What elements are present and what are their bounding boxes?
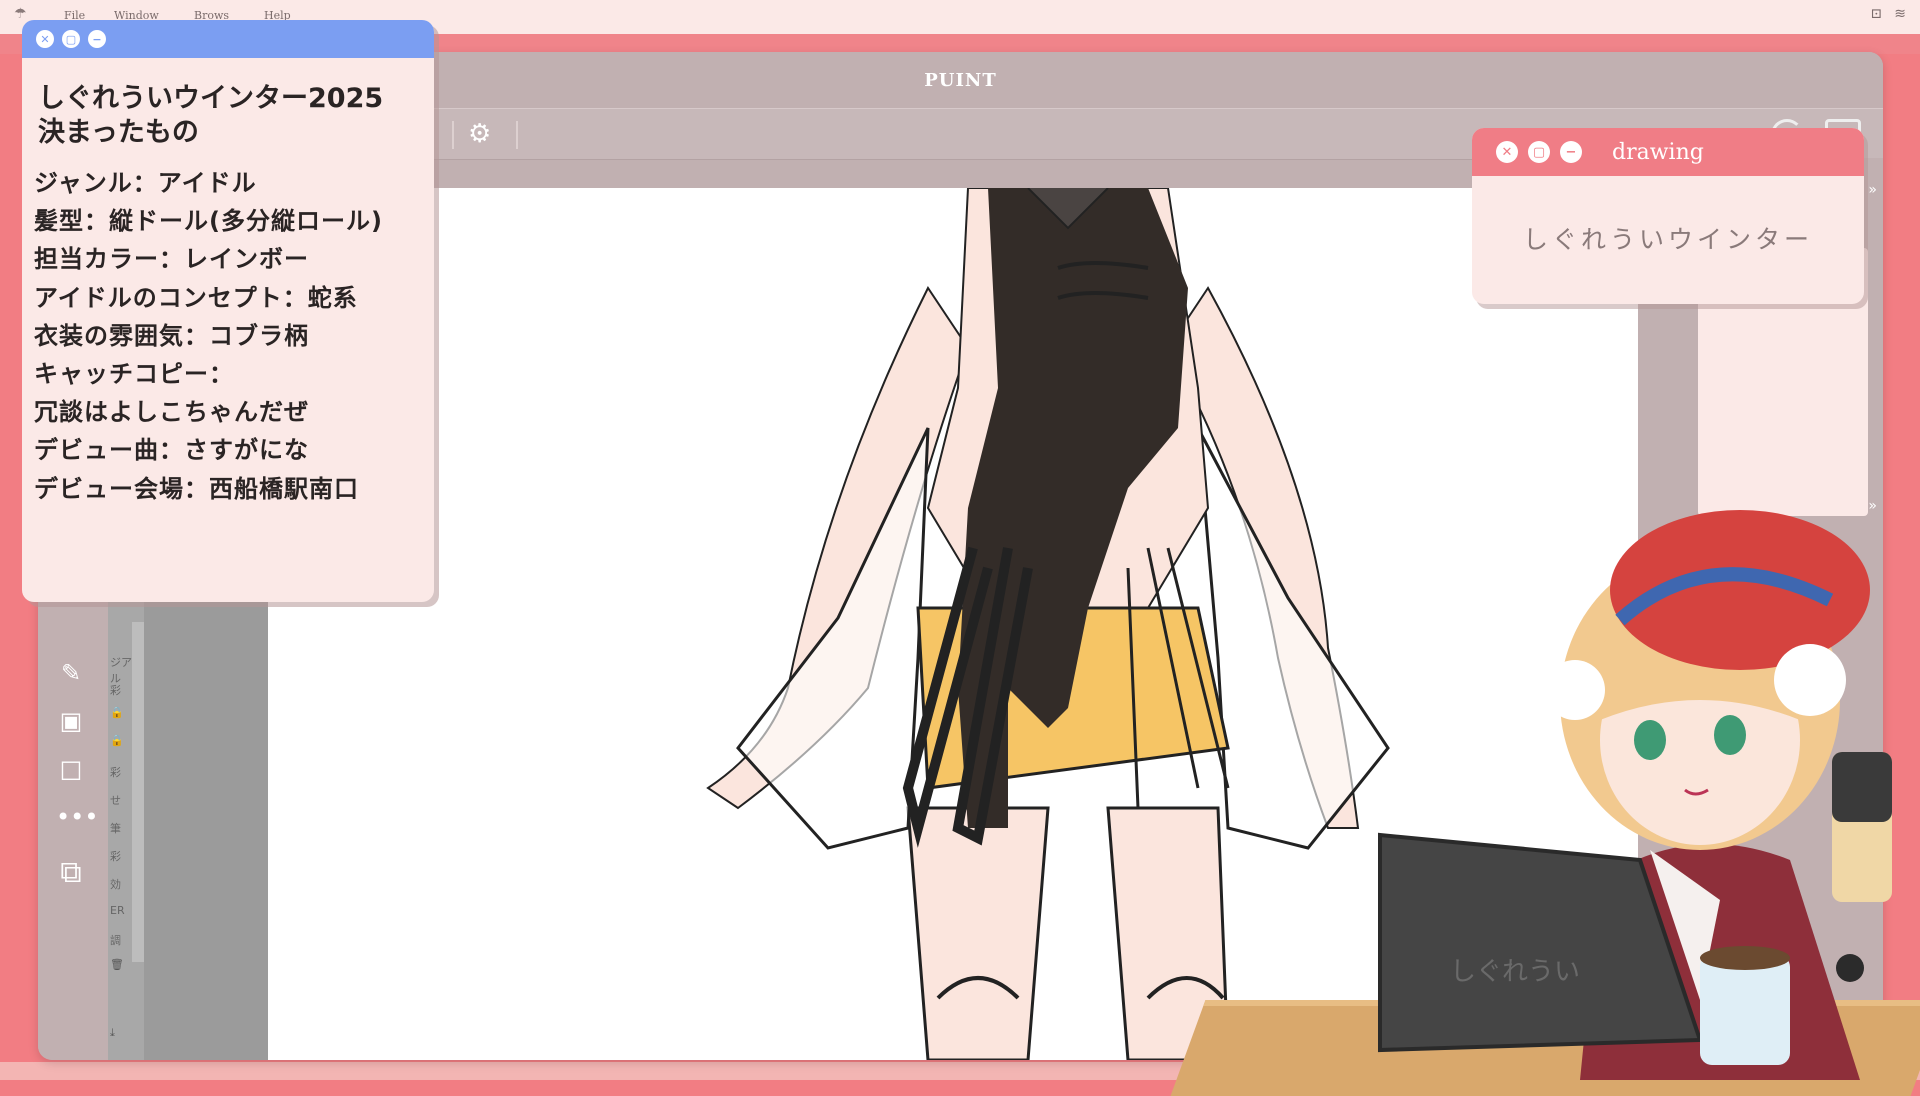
layer-scrollbar[interactable]: [132, 622, 144, 962]
drawing-window-title: drawing: [1612, 139, 1704, 165]
info-line: 衣装の雰囲気：コブラ柄: [34, 321, 309, 350]
character-sketch: [706, 188, 1390, 1060]
info-line: キャッチコピー：: [34, 360, 234, 389]
gear-icon[interactable]: ⚙: [468, 119, 491, 149]
info-line: ジャンル：アイドル: [34, 169, 257, 197]
drawing-titlebar: ✕ ▢ − drawing: [1472, 128, 1864, 176]
info-line: デビュー曲：さすがにな: [34, 436, 309, 465]
app-title: PUINT: [924, 69, 997, 91]
umbrella-icon[interactable]: ☂: [14, 6, 27, 22]
toolbar-separator: [516, 121, 518, 149]
left-leg: [906, 806, 1050, 1060]
desk: [1170, 1000, 1920, 1096]
info-popup-window: ✕ ▢ − しぐれういウインター2025 決まったもの ジャンル：アイドル 髪型…: [22, 20, 434, 602]
drawing-canvas[interactable]: [268, 188, 1678, 1060]
info-line: 担当カラー：レインボー: [34, 245, 309, 274]
info-line: 髪型：縦ドール(多分縦ロール): [34, 207, 383, 236]
info-title: しぐれういウインター2025 決まったもの: [34, 82, 420, 150]
maximize-icon[interactable]: ▢: [1528, 141, 1550, 163]
input-method-icon[interactable]: ⊡: [1871, 6, 1883, 22]
rectangle-tool-icon[interactable]: □: [56, 754, 86, 784]
drawing-popup-window: ✕ ▢ − drawing しぐれういウインター: [1472, 128, 1864, 304]
minimize-icon[interactable]: −: [88, 30, 106, 48]
info-line: 冗談はよしこちゃんだぜ: [34, 398, 309, 427]
collapse-chevron-icon[interactable]: »: [1868, 182, 1877, 198]
download-icon[interactable]: ⤓: [110, 1026, 140, 1050]
info-line: デビュー会場：西船橋駅南口: [34, 474, 359, 503]
collapse-chevron-icon[interactable]: »: [1868, 498, 1877, 514]
info-line: アイドルのコンセプト：蛇系: [34, 283, 358, 312]
info-body: しぐれういウインター2025 決まったもの ジャンル：アイドル 髪型：縦ドール(…: [22, 58, 434, 508]
wifi-icon[interactable]: ≋: [1894, 6, 1906, 22]
drawing-window-text: しぐれういウインター: [1522, 225, 1813, 254]
minimize-icon[interactable]: −: [1560, 141, 1582, 163]
maximize-icon[interactable]: ▢: [62, 30, 80, 48]
color-swatch-icon[interactable]: ⧉: [56, 858, 86, 888]
info-title-line2: 決まったもの: [38, 117, 199, 148]
toolbar-separator: [452, 121, 454, 149]
more-tools-icon[interactable]: •••: [56, 802, 98, 832]
close-icon[interactable]: ✕: [36, 30, 54, 48]
info-title-line1: しぐれういウインター2025: [38, 83, 384, 114]
status-area: ⊡ ≋: [1871, 6, 1906, 22]
info-titlebar: ✕ ▢ −: [22, 20, 434, 58]
gradient-tool-icon[interactable]: ▣: [56, 706, 86, 736]
close-icon[interactable]: ✕: [1496, 141, 1518, 163]
brush-tool-icon[interactable]: ✎: [56, 658, 86, 688]
